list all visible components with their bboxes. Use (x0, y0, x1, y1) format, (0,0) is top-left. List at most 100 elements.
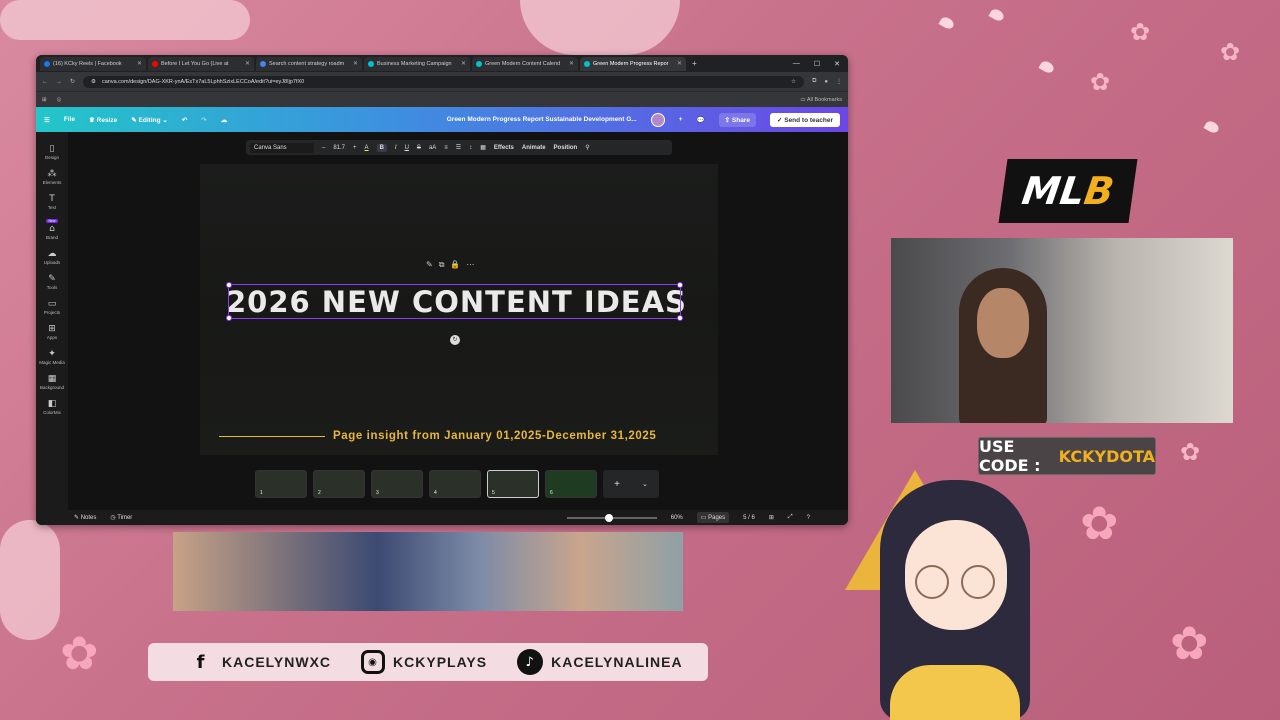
effects-button[interactable]: Effects (494, 145, 514, 151)
document-title[interactable]: Green Modern Progress Report Sustainable… (447, 116, 637, 123)
page-thumbnail-active[interactable]: 5 (487, 470, 539, 498)
close-window-icon[interactable]: ✕ (834, 60, 840, 68)
duplicate-icon[interactable]: ⧉ (439, 260, 445, 270)
underline-icon[interactable]: U (405, 145, 409, 151)
case-icon[interactable]: aA (429, 145, 436, 151)
zoom-slider-knob[interactable] (604, 513, 613, 522)
maximize-icon[interactable]: ☐ (814, 60, 820, 68)
sidebar-item-apps[interactable]: ⊞ Apps (47, 324, 57, 340)
resize-handle[interactable] (226, 282, 232, 288)
sidebar-item-elements[interactable]: ⁂ Elements (43, 169, 62, 185)
sidebar-item-colormix[interactable]: ◧ ColorMix (43, 399, 61, 415)
close-icon[interactable]: ✕ (461, 60, 466, 67)
reload-icon[interactable]: ↻ (70, 78, 75, 85)
resize-handle[interactable] (226, 315, 232, 321)
redo-icon[interactable]: ↷ (201, 116, 206, 124)
sidebar-item-design[interactable]: ▯ Design (45, 144, 59, 160)
decrease-size-icon[interactable]: – (322, 145, 325, 151)
minimize-icon[interactable]: — (793, 60, 800, 68)
sidebar-item-tools[interactable]: ✎ Tools (47, 274, 58, 290)
tab-label: Green Modern Content Calend (485, 60, 561, 67)
page-thumbnail[interactable]: 4 (429, 470, 481, 498)
font-size-input[interactable]: 81.7 (333, 145, 345, 151)
sidebar-item-brand[interactable]: New ⌂ Brand (46, 219, 58, 240)
grid-view-icon[interactable]: ⊞ (769, 514, 774, 521)
page-thumbnail[interactable]: 3 (371, 470, 423, 498)
close-icon[interactable]: ✕ (245, 60, 250, 67)
chevron-down-icon[interactable]: ⌄ (642, 480, 648, 488)
resize-button[interactable]: ♛ Resize (89, 116, 117, 124)
resize-handle[interactable] (677, 282, 683, 288)
close-icon[interactable]: ✕ (353, 60, 358, 67)
editing-dropdown[interactable]: ✎ Editing ⌄ (131, 116, 168, 124)
page-thumbnail[interactable]: 6 (545, 470, 597, 498)
sidebar-item-label: Apps (46, 335, 58, 340)
send-to-teacher-button[interactable]: ✓ Send to teacher (769, 112, 840, 127)
sidebar-item-projects[interactable]: ▭ Projects (44, 299, 60, 315)
cloud-save-icon[interactable]: ☁ (221, 116, 228, 124)
file-menu[interactable]: File (64, 116, 75, 123)
page-thumbnail[interactable]: 2 (313, 470, 365, 498)
new-tab-icon[interactable]: + (692, 59, 697, 68)
browser-tab[interactable]: (16) KCky Reels | Facebook ✕ (40, 56, 146, 71)
all-bookmarks-link[interactable]: ▭ All Bookmarks (800, 97, 842, 103)
share-button[interactable]: ⇪ Share (718, 112, 756, 127)
more-icon[interactable]: ⋯ (466, 260, 474, 270)
browser-tab-active[interactable]: Green Modern Progress Repor ✕ (580, 56, 686, 71)
extensions-icon[interactable]: ⧉ (812, 78, 816, 85)
browser-tab[interactable]: Search content strategy roadm ✕ (256, 56, 362, 71)
browser-tab[interactable]: Green Modern Content Calend ✕ (472, 56, 578, 71)
undo-icon[interactable]: ↶ (182, 116, 187, 124)
editing-label: Editing (138, 116, 161, 124)
browser-tab[interactable]: Before I Let You Go (Live at ✕ (148, 56, 254, 71)
align-icon[interactable]: ≡ (444, 145, 448, 151)
forward-icon[interactable]: → (56, 79, 62, 85)
rotate-handle-icon[interactable]: ↻ (450, 335, 460, 345)
sidebar-item-background[interactable]: ▦ Background (40, 374, 64, 390)
comments-icon[interactable]: 💬 (697, 116, 705, 124)
add-collaborator-icon[interactable]: + (679, 116, 683, 123)
italic-icon[interactable]: I (395, 145, 397, 151)
paint-format-icon[interactable]: ⚲ (585, 144, 589, 151)
slide-subtitle[interactable]: Page insight from January 01,2025-Decemb… (333, 430, 656, 442)
close-icon[interactable]: ✕ (569, 60, 574, 67)
apps-grid-icon[interactable]: ⊞ (42, 97, 47, 103)
position-button[interactable]: Position (554, 145, 578, 151)
page-thumbnail[interactable]: 1 (255, 470, 307, 498)
close-icon[interactable]: ✕ (137, 60, 142, 67)
increase-size-icon[interactable]: + (353, 145, 357, 151)
sidebar-item-text[interactable]: T Text (48, 194, 56, 210)
chrome-icon[interactable]: ◎ (57, 97, 62, 103)
browser-tab[interactable]: Business Marketing Campaign ✕ (364, 56, 470, 71)
spacing-icon[interactable]: ↕ (469, 145, 472, 151)
profile-icon[interactable]: ● (824, 79, 828, 85)
sidebar-item-uploads[interactable]: ☁ Uploads (44, 249, 61, 265)
hamburger-icon[interactable]: ☰ (44, 116, 50, 124)
text-color-icon[interactable]: A (365, 145, 369, 151)
add-page-button[interactable]: + ⌄ (603, 470, 659, 498)
resize-handle[interactable] (677, 315, 683, 321)
back-icon[interactable]: ← (42, 79, 48, 85)
site-info-icon[interactable]: ⚙ (91, 79, 96, 85)
zoom-slider[interactable] (566, 513, 657, 522)
animate-button[interactable]: Animate (522, 145, 546, 151)
url-field[interactable]: ⚙ canva.com/design/DAG-XKR-ynA/EsTx7aL5L… (83, 75, 805, 88)
lock-icon[interactable]: 🔒 (450, 260, 460, 270)
menu-icon[interactable]: ⋮ (836, 78, 842, 85)
timer-button[interactable]: ◷ Timer (110, 514, 132, 521)
list-icon[interactable]: ☰ (456, 144, 461, 151)
sidebar-item-magic-media[interactable]: ✦ Magic Media (39, 349, 65, 365)
font-family-select[interactable]: Canva Sans (250, 142, 314, 153)
magic-edit-icon[interactable]: ✎ (426, 260, 433, 270)
star-icon[interactable]: ☆ (791, 79, 796, 85)
zoom-level[interactable]: 60% (671, 515, 683, 521)
pages-button[interactable]: ▭ Pages (696, 512, 730, 523)
avatar[interactable] (650, 112, 665, 127)
close-icon[interactable]: ✕ (677, 60, 682, 67)
transparency-icon[interactable]: ▦ (480, 144, 486, 151)
notes-button[interactable]: ✎ Notes (74, 514, 96, 521)
help-icon[interactable]: ? (807, 515, 810, 521)
strikethrough-icon[interactable]: S (417, 145, 421, 151)
fullscreen-icon[interactable]: ⤢ (788, 514, 793, 521)
bold-icon[interactable]: B (376, 143, 387, 152)
